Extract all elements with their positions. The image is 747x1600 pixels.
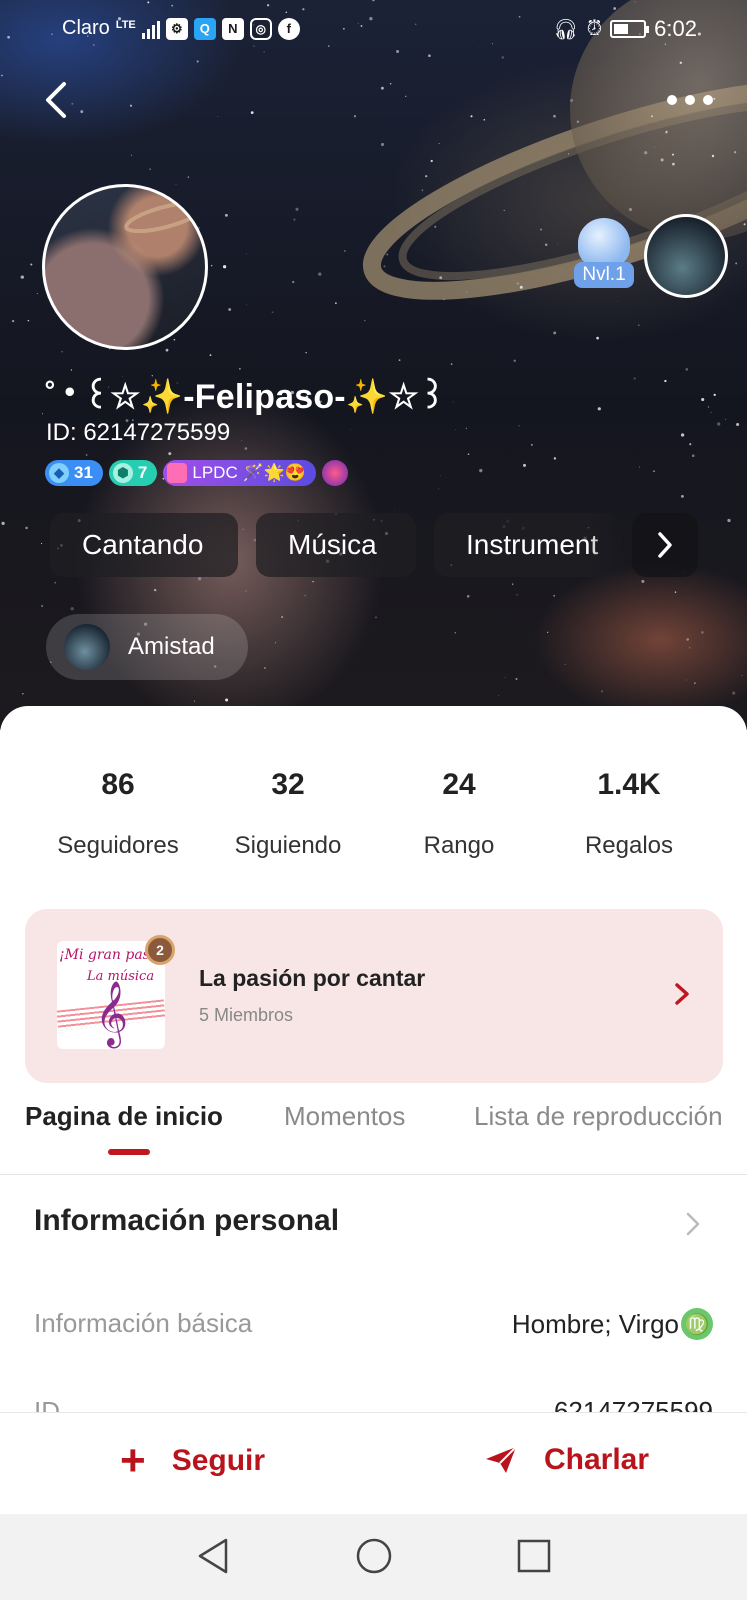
- group-members: 5 Miembros: [199, 1005, 294, 1025]
- stat-label: Rango: [423, 832, 495, 859]
- club-icon: [167, 463, 188, 483]
- group-card[interactable]: ¡Mi gran pasión La música 𝄞 2 La pasión …: [25, 909, 723, 1083]
- gallery-icon: ⚙: [165, 17, 188, 40]
- stats-row: 86 Seguidores 32 Siguiendo 24 Rango 1.4K…: [0, 768, 747, 878]
- tag-instrumentos[interactable]: Instrument: [434, 513, 626, 577]
- level-badge[interactable]: Nvl.1: [574, 218, 634, 290]
- stat-value: 1.4K: [597, 768, 661, 801]
- group-rank-badge: 2: [145, 935, 175, 965]
- stat-label: Siguiendo: [234, 832, 342, 859]
- chat-button[interactable]: Charlar: [484, 1443, 649, 1477]
- tag-musica[interactable]: Música: [256, 513, 416, 577]
- friend-avatar: [64, 624, 110, 670]
- club-label: LPDC 🪄🌟😍: [192, 463, 306, 482]
- tab-divider: [0, 1174, 747, 1175]
- friendship-label: Amistad: [128, 633, 215, 660]
- clock-time: 6:02: [654, 16, 697, 41]
- tab-home[interactable]: Pagina de inicio: [25, 1101, 223, 1132]
- nav-recents-icon[interactable]: [514, 1536, 554, 1576]
- status-left: Claro LTE ⚙ Q N ◎ f: [62, 17, 300, 40]
- headphones-icon: 🎧︎: [553, 18, 579, 41]
- profile-tabs: Pagina de inicio Momentos Lista de repro…: [0, 1101, 747, 1171]
- search-app-icon: Q: [193, 17, 216, 40]
- tab-moments[interactable]: Momentos: [284, 1101, 405, 1132]
- instagram-icon: ◎: [249, 17, 272, 40]
- diamond-badge[interactable]: ◆ 31: [45, 460, 103, 486]
- stat-value: 86: [101, 768, 135, 801]
- network-label: LTE: [115, 18, 136, 31]
- personal-info-title: Información personal: [34, 1204, 340, 1237]
- nav-home-icon[interactable]: [354, 1536, 394, 1576]
- id-value: 62147275599: [553, 1396, 713, 1412]
- stat-following[interactable]: 32 Siguiendo: [203, 768, 373, 860]
- friendship-chip[interactable]: Amistad: [46, 614, 248, 680]
- profile-avatar[interactable]: [42, 184, 208, 350]
- stat-value: 32: [271, 768, 305, 801]
- carrier-label: Claro: [62, 17, 110, 39]
- alarm-icon: ⏰︎: [586, 17, 603, 40]
- basic-info-text: Hombre; Virgo: [511, 1308, 679, 1339]
- stat-label: Regalos: [584, 832, 674, 859]
- stat-label: Seguidores: [57, 832, 179, 859]
- frame-avatar[interactable]: [644, 214, 728, 298]
- group-name: La pasión por cantar: [199, 965, 426, 991]
- stat-rank[interactable]: 24 Rango: [374, 768, 544, 860]
- news-app-icon: N: [221, 17, 244, 40]
- profile-content: 86 Seguidores 32 Siguiendo 24 Rango 1.4K…: [0, 706, 747, 1412]
- status-right: 🎧︎ ⏰︎ 6:02: [553, 16, 697, 42]
- system-navigation-bar: [0, 1514, 747, 1600]
- id-label: ID: [34, 1396, 60, 1412]
- diamond-count: 31: [74, 463, 93, 482]
- hexagon-gem-icon: ⬢: [112, 463, 133, 483]
- user-id: ID: 62147275599: [46, 419, 231, 446]
- action-bar: + Seguir Charlar: [0, 1412, 747, 1514]
- club-badge[interactable]: LPDC 🪄🌟😍: [163, 460, 316, 486]
- active-tab-indicator: [108, 1149, 150, 1155]
- gem-badge[interactable]: ⬢ 7: [108, 460, 158, 486]
- username: ˚‧꒰☆✨-Felipaso-✨☆꒱: [45, 378, 446, 416]
- tag-cantando[interactable]: Cantando: [50, 513, 238, 577]
- medal-icon[interactable]: [321, 460, 348, 486]
- profile-header: Claro LTE ⚙ Q N ◎ f 🎧︎ ⏰︎ 6:02 Nvl.1 ˚‧꒰…: [0, 0, 747, 730]
- nav-back-icon[interactable]: [194, 1536, 234, 1576]
- diamond-icon: ◆: [49, 463, 69, 483]
- more-options-icon[interactable]: [667, 82, 713, 118]
- status-bar: Claro LTE ⚙ Q N ◎ f 🎧︎ ⏰︎ 6:02: [0, 0, 747, 56]
- signal-icon: [141, 19, 160, 39]
- stat-followers[interactable]: 86 Seguidores: [33, 768, 203, 860]
- gem-count: 7: [137, 463, 148, 482]
- stat-value: 24: [442, 768, 476, 801]
- back-arrow-icon[interactable]: [38, 78, 78, 122]
- chevron-right-icon[interactable]: [632, 513, 698, 577]
- battery-icon: [610, 20, 650, 38]
- facebook-icon: f: [277, 17, 300, 40]
- level-label: Nvl.1: [574, 262, 634, 288]
- follow-label: Seguir: [171, 1444, 266, 1477]
- virgo-icon: ♍: [681, 1308, 713, 1340]
- plus-icon: +: [120, 1436, 146, 1485]
- send-icon: [486, 1446, 517, 1473]
- treble-clef-icon: 𝄞: [95, 981, 129, 1046]
- tab-playlist[interactable]: Lista de reproducción: [474, 1101, 723, 1132]
- follow-button[interactable]: + Seguir: [120, 1436, 266, 1485]
- chevron-right-icon[interactable]: [685, 1210, 701, 1238]
- chevron-right-icon: [675, 983, 689, 1005]
- chat-label: Charlar: [544, 1443, 650, 1476]
- level-shell-icon: [578, 218, 630, 268]
- badge-row: ◆ 31 ⬢ 7 LPDC 🪄🌟😍: [45, 460, 348, 486]
- interest-tags: Cantando Música Instrument: [50, 513, 626, 577]
- stat-gifts[interactable]: 1.4K Regalos: [544, 768, 714, 860]
- basic-info-value: Hombre; Virgo ♍: [512, 1308, 713, 1340]
- basic-info-label: Información básica: [34, 1308, 253, 1338]
